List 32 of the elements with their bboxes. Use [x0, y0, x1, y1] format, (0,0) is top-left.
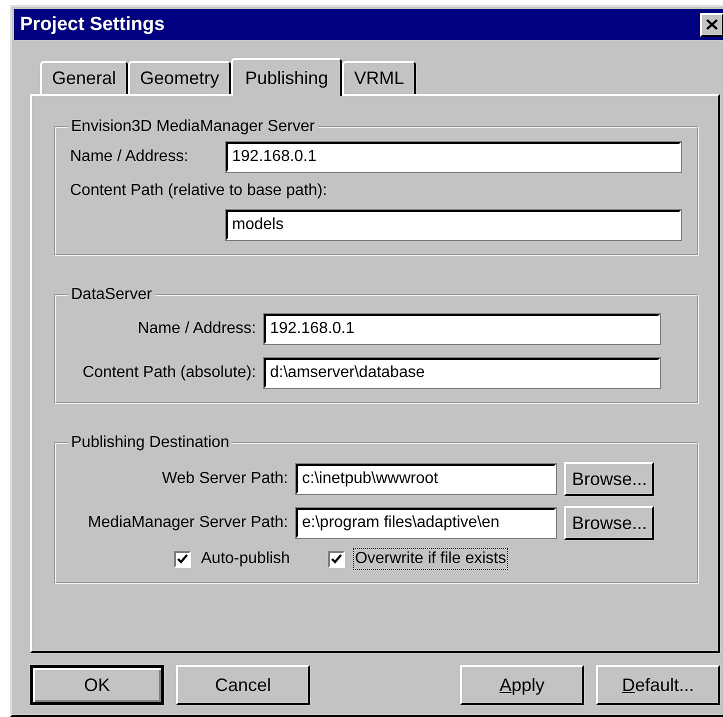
input-field[interactable]: 192.168.0.1 [264, 314, 660, 344]
tab[interactable]: Publishing [231, 58, 342, 96]
field-label: Name / Address: [138, 320, 256, 338]
input-field[interactable]: c:\inetpub\wwwroot [296, 464, 556, 494]
checkbox-label[interactable]: Overwrite if file exists [354, 550, 506, 568]
dialog-button[interactable]: Cancel [176, 665, 310, 705]
group-title: Publishing Destination [70, 434, 230, 452]
checkbox[interactable] [328, 550, 345, 568]
checkbox[interactable] [174, 550, 191, 568]
tab[interactable]: Geometry [128, 61, 232, 94]
field-label: Content Path (absolute): [82, 364, 256, 382]
field-label: Web Server Path: [162, 470, 288, 488]
field-label: MediaManager Server Path: [88, 514, 288, 532]
window-title: Project Settings [20, 14, 165, 36]
browse-button[interactable]: Browse... [564, 462, 654, 496]
browse-button[interactable]: Browse... [564, 506, 654, 540]
field-label: Content Path (relative to base path): [70, 182, 328, 200]
close-button[interactable] [700, 12, 723, 36]
group-title: DataServer [70, 286, 153, 304]
input-field[interactable]: 192.168.0.1 [226, 142, 681, 172]
close-icon [706, 19, 718, 30]
input-field[interactable]: models [226, 210, 681, 240]
dialog-button[interactable]: Default... [596, 665, 720, 705]
checkbox-label[interactable]: Auto-publish [201, 550, 290, 568]
input-field[interactable]: d:\amserver\database [264, 358, 660, 388]
dialog-button[interactable]: OK [30, 665, 164, 705]
field-label: Name / Address: [70, 148, 190, 166]
dialog-button[interactable]: Apply [460, 665, 584, 705]
input-field[interactable]: e:\program files\adaptive\en [296, 508, 556, 538]
tab[interactable]: VRML [342, 61, 416, 94]
tab[interactable]: General [40, 61, 128, 94]
group-title: Envision3D MediaManager Server [70, 118, 316, 136]
